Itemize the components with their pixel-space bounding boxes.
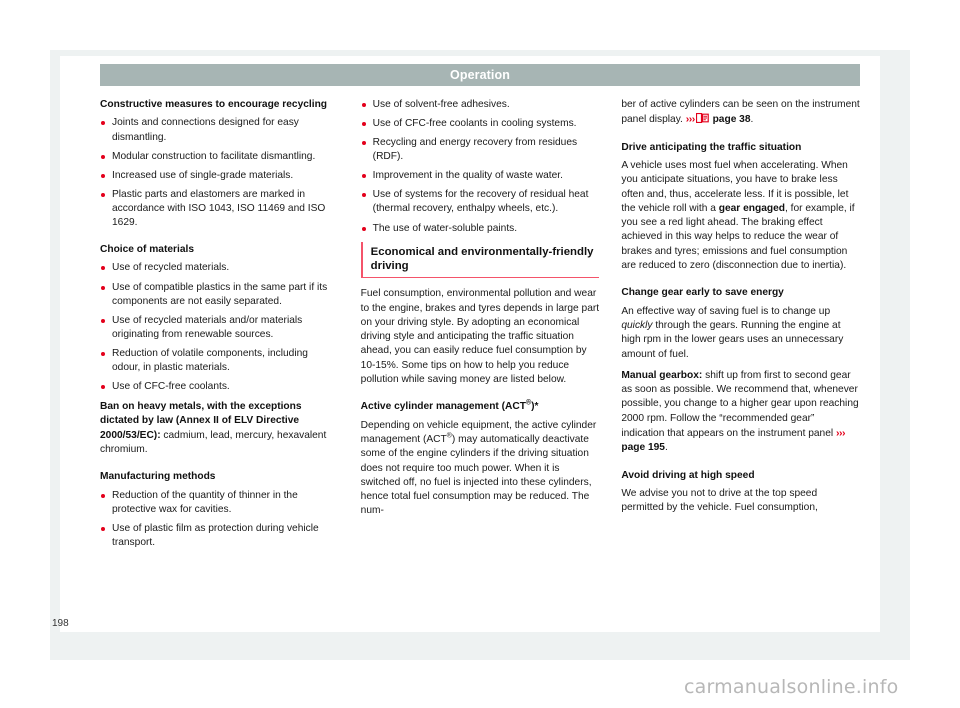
heading-manufacturing-methods: Manufacturing methods (100, 471, 216, 483)
cross-reference-page-195[interactable]: page 195 (621, 442, 665, 453)
heading-choice-of-materials: Choice of materials (100, 244, 194, 255)
list-item: Recycling and energy recovery from resid… (361, 136, 600, 164)
manual-gearbox-bold-lead: Manual gearbox: (621, 369, 703, 381)
heading-constructive-measures: Constructive measures to encourage recyc… (100, 99, 328, 110)
ref-period: . (750, 114, 754, 126)
list-item: Use of CFC-free coolants. (100, 380, 339, 394)
change-gear-part-2: through the gears. Running the engine at… (621, 320, 844, 360)
gear-engaged-bold: gear engaged (718, 202, 785, 214)
page-number: 198 (52, 618, 69, 629)
bullet-list-constructive: Joints and connections designed for easy… (100, 116, 339, 230)
paragraph-economical-intro: Fuel consumption, environmental pollutio… (360, 288, 600, 386)
ref-period: . (664, 442, 668, 454)
list-item: Reduction of volatile components, includ… (100, 347, 339, 375)
change-gear-part-1: An effective way of saving fuel is to ch… (621, 305, 831, 317)
list-item: The use of water-soluble paints. (361, 222, 600, 236)
paragraph-manual-gearbox: Manual gearbox: shift up from first to s… (621, 369, 860, 456)
cross-reference-arrow-icon: ››› (836, 426, 846, 439)
bullet-list-production: Use of solvent-free adhesives. Use of CF… (361, 98, 600, 236)
list-item: Use of recycled materials. (100, 261, 339, 275)
list-item: Increased use of single-grade materials. (100, 169, 339, 183)
list-item: Plastic parts and elastomers are marked … (100, 188, 339, 230)
paragraph-act-description: Depending on vehicle equipment, the acti… (361, 419, 600, 519)
section-heading-economical-driving: Economical and environmentally-friendly … (360, 241, 600, 279)
cross-reference-page-38[interactable]: page 38 (713, 114, 751, 125)
bullet-list-materials: Use of recycled materials. Use of compat… (100, 261, 339, 394)
list-item: Use of CFC-free coolants in cooling syst… (361, 117, 600, 131)
heading-active-cylinder-management: Active cylinder management (ACT®)* (361, 400, 600, 413)
heading-avoid-high-speed: Avoid driving at high speed (621, 469, 755, 481)
cross-reference-arrow-icon: ››› (685, 113, 696, 126)
list-item: Improvement in the quality of waste wate… (361, 169, 600, 183)
list-item: Use of recycled materials and/or materia… (100, 314, 339, 342)
heading-drive-anticipating: Drive anticipating the traffic situation (621, 141, 802, 153)
paragraph-anticipating-traffic: A vehicle uses most fuel when accelerati… (621, 159, 860, 273)
column-middle: Use of solvent-free adhesives. Use of CF… (360, 98, 600, 628)
quickly-italic: quickly (621, 320, 653, 331)
list-item: Joints and connections designed for easy… (100, 116, 339, 144)
watermark-carmanualsonline: carmanualsonline.info (684, 676, 899, 698)
column-left: Constructive measures to encourage recyc… (100, 98, 339, 628)
column-right: ber of active cylinders can be seen on t… (621, 98, 860, 628)
page-columns: Constructive measures to encourage recyc… (100, 98, 860, 628)
book-icon (695, 113, 709, 124)
act-para-part-2: ) may automatically deactivate some of t… (360, 434, 592, 517)
act-heading-pre: Active cylinder management (ACT (360, 401, 526, 413)
paragraph-avoid-high-speed: We advise you not to drive at the top sp… (621, 487, 818, 514)
paragraph-heavy-metals: Ban on heavy metals, with the exceptions… (100, 400, 339, 457)
bullet-list-manufacturing: Reduction of the quantity of thinner in … (100, 489, 339, 550)
heading-change-gear-early: Change gear early to save energy (621, 287, 784, 299)
list-item: Modular construction to facilitate disma… (100, 150, 339, 164)
list-item: Use of solvent-free adhesives. (361, 98, 600, 112)
page-header-title: Operation (100, 64, 860, 86)
list-item: Use of plastic film as protection during… (100, 522, 339, 550)
list-item: Use of systems for the recovery of resid… (361, 188, 600, 216)
paragraph-change-gear: An effective way of saving fuel is to ch… (621, 305, 860, 362)
act-heading-post: )* (531, 401, 539, 413)
list-item: Use of compatible plastics in the same p… (100, 281, 339, 309)
paragraph-act-continuation: ber of active cylinders can be seen on t… (621, 98, 860, 128)
list-item: Reduction of the quantity of thinner in … (100, 489, 339, 517)
